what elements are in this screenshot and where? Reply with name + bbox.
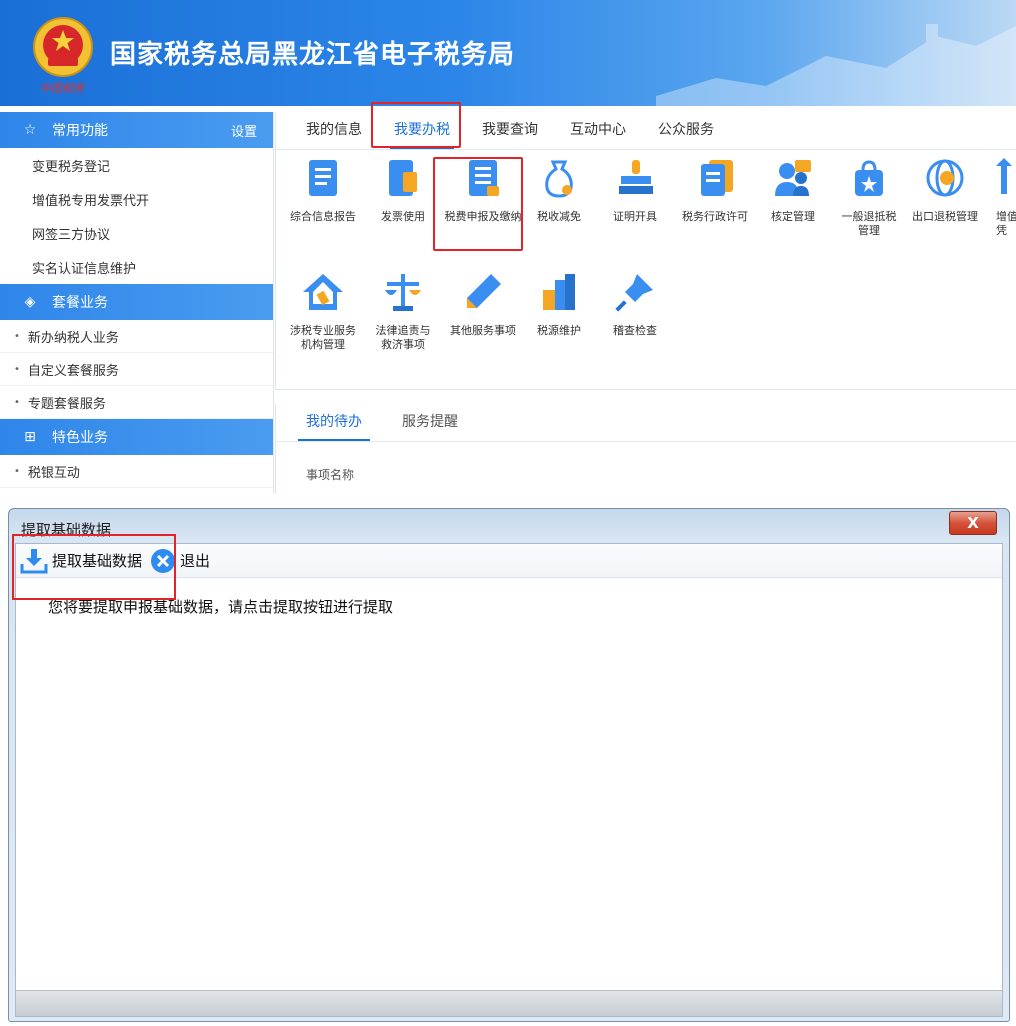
- todo-tabs: 我的待办 服务提醒: [276, 404, 1016, 442]
- exit-label: 退出: [180, 552, 211, 570]
- sidebar-section-common[interactable]: ☆ 常用功能 设置: [0, 112, 273, 148]
- service-label: 综合信息报告: [290, 210, 356, 223]
- highlight-tax-declaration: [433, 157, 523, 251]
- pen-icon: [467, 274, 501, 308]
- globe-icon: [926, 159, 964, 197]
- service-label: 发票使用: [381, 210, 425, 223]
- service-tile-certificate[interactable]: 证明开具: [594, 156, 676, 224]
- service-tile-tax-relief[interactable]: 税收减免: [518, 156, 600, 224]
- tax-emblem-icon: [33, 17, 93, 77]
- buildings-icon: [543, 274, 575, 310]
- tab-my-todo[interactable]: 我的待办: [292, 411, 376, 441]
- sidebar-section-package[interactable]: ◈ 套餐业务: [0, 284, 273, 320]
- header-banner: 中国税务 国家税务总局黑龙江省电子税务局: [0, 0, 1016, 106]
- sidebar-item[interactable]: 专题套餐服务: [0, 386, 273, 419]
- emblem-caption: 中国税务: [40, 82, 84, 95]
- pin-icon: [615, 274, 653, 312]
- service-label: 出口退税管理: [912, 210, 978, 223]
- tab-service-reminder[interactable]: 服务提醒: [388, 411, 472, 441]
- service-tile-assessment[interactable]: 核定管理: [752, 156, 834, 224]
- service-label: 核定管理: [771, 210, 815, 223]
- close-button[interactable]: X: [949, 511, 997, 535]
- sidebar-item[interactable]: 新办纳税人业务: [0, 320, 273, 353]
- service-panel: 我的信息 我要办税 我要查询 互动中心 公众服务 综合信息报告 发票使用 税费申…: [275, 112, 1016, 390]
- notebook-icon: [701, 160, 733, 196]
- service-label: 证明开具: [613, 210, 657, 223]
- sidebar-item[interactable]: 变更税务登记: [0, 148, 273, 182]
- service-label: 稽查检查: [613, 324, 657, 337]
- column-header-item-name: 事项名称: [306, 468, 355, 482]
- tab-my-info[interactable]: 我的信息: [292, 119, 376, 149]
- tab-interaction[interactable]: 互动中心: [556, 119, 640, 149]
- sidebar-item[interactable]: 增值税专用发票代开: [0, 182, 273, 216]
- arrow-up-icon: [996, 158, 1012, 194]
- service-tile-inspection[interactable]: 稽查检查: [594, 270, 676, 338]
- shopping-bag-icon: [855, 160, 883, 196]
- service-label: 税务行政许可: [682, 210, 748, 223]
- sidebar-section-label: 常用功能: [52, 123, 108, 139]
- highlight-fetch-button: [12, 534, 176, 600]
- sidebar: ☆ 常用功能 设置 变更税务登记 增值税专用发票代开 网签三方协议 实名认证信息…: [0, 112, 274, 494]
- service-tile-agency[interactable]: 涉税专业服务 机构管理: [282, 270, 364, 352]
- service-grid-row-2: 涉税专业服务 机构管理 法律追责与 救济事项 其他服务事项 税源维护 稽查检查: [276, 270, 1016, 380]
- service-label: 税收减免: [537, 210, 581, 223]
- tab-query[interactable]: 我要查询: [468, 119, 552, 149]
- money-bag-icon: [545, 160, 573, 198]
- service-tile-other[interactable]: 其他服务事项: [442, 270, 524, 338]
- service-tile-tax-source[interactable]: 税源维护: [518, 270, 600, 338]
- invoice-icon: [389, 160, 417, 196]
- service-label: 涉税专业服务 机构管理: [290, 324, 356, 351]
- service-tile-invoice[interactable]: 发票使用: [362, 156, 444, 224]
- sidebar-section-label: 套餐业务: [52, 295, 108, 311]
- highlight-tab-tax-handling: [371, 102, 461, 148]
- house-wrench-icon: [303, 274, 343, 310]
- site-title: 国家税务总局黑龙江省电子税务局: [110, 40, 516, 70]
- service-label: 法律追责与 救济事项: [375, 324, 431, 351]
- service-label: 增值 凭: [996, 210, 1016, 237]
- dialog-client-area: 提取基础数据 退出 您将要提取申报基础数据，请点击提取按钮进行提取: [15, 543, 1003, 1017]
- sidebar-item[interactable]: 网签三方协议: [0, 216, 273, 250]
- service-tile-export-refund[interactable]: 出口退税管理: [904, 156, 986, 224]
- sidebar-item[interactable]: 实名认证信息维护: [0, 250, 273, 284]
- status-bar: [16, 990, 1002, 1016]
- service-tile-legal[interactable]: 法律追责与 救济事项: [362, 270, 444, 352]
- service-grid-row-1: 综合信息报告 发票使用 税费申报及缴纳 税收减免 证明开具 税务行政许可 核定管…: [276, 156, 1016, 276]
- service-label: 一般退抵税 管理: [841, 210, 897, 237]
- service-tile-refund[interactable]: 一般退抵税 管理: [828, 156, 910, 238]
- star-icon: ☆: [23, 122, 37, 138]
- service-tile-admin-license[interactable]: 税务行政许可: [674, 156, 756, 224]
- book-icon: [309, 160, 337, 196]
- sidebar-section-special[interactable]: ⊞ 特色业务: [0, 419, 273, 455]
- sidebar-item[interactable]: 自定义套餐服务: [0, 353, 273, 386]
- certificate-stamp-icon: [619, 160, 653, 194]
- service-tile-info-report[interactable]: 综合信息报告: [282, 156, 364, 224]
- people-icon: [775, 160, 811, 196]
- grid-icon: ⊞: [24, 429, 36, 445]
- sidebar-item[interactable]: 税银互动: [0, 455, 273, 488]
- service-label: 税源维护: [537, 324, 581, 337]
- settings-link[interactable]: 设置: [231, 121, 257, 140]
- tab-public-service[interactable]: 公众服务: [644, 119, 728, 149]
- great-wall-decoration: [656, 24, 1016, 106]
- service-label: 其他服务事项: [450, 324, 516, 337]
- service-tile-vat[interactable]: 增值 凭: [978, 156, 1016, 238]
- todo-panel: 我的待办 服务提醒 事项名称: [275, 404, 1016, 494]
- tax-portal-screenshot: 中国税务 国家税务总局黑龙江省电子税务局 ☆ 常用功能 设置 变更税务登记 增值…: [0, 0, 1016, 494]
- layers-icon: ◈: [24, 294, 36, 310]
- scales-icon: [385, 274, 421, 311]
- sidebar-section-label: 特色业务: [52, 430, 108, 446]
